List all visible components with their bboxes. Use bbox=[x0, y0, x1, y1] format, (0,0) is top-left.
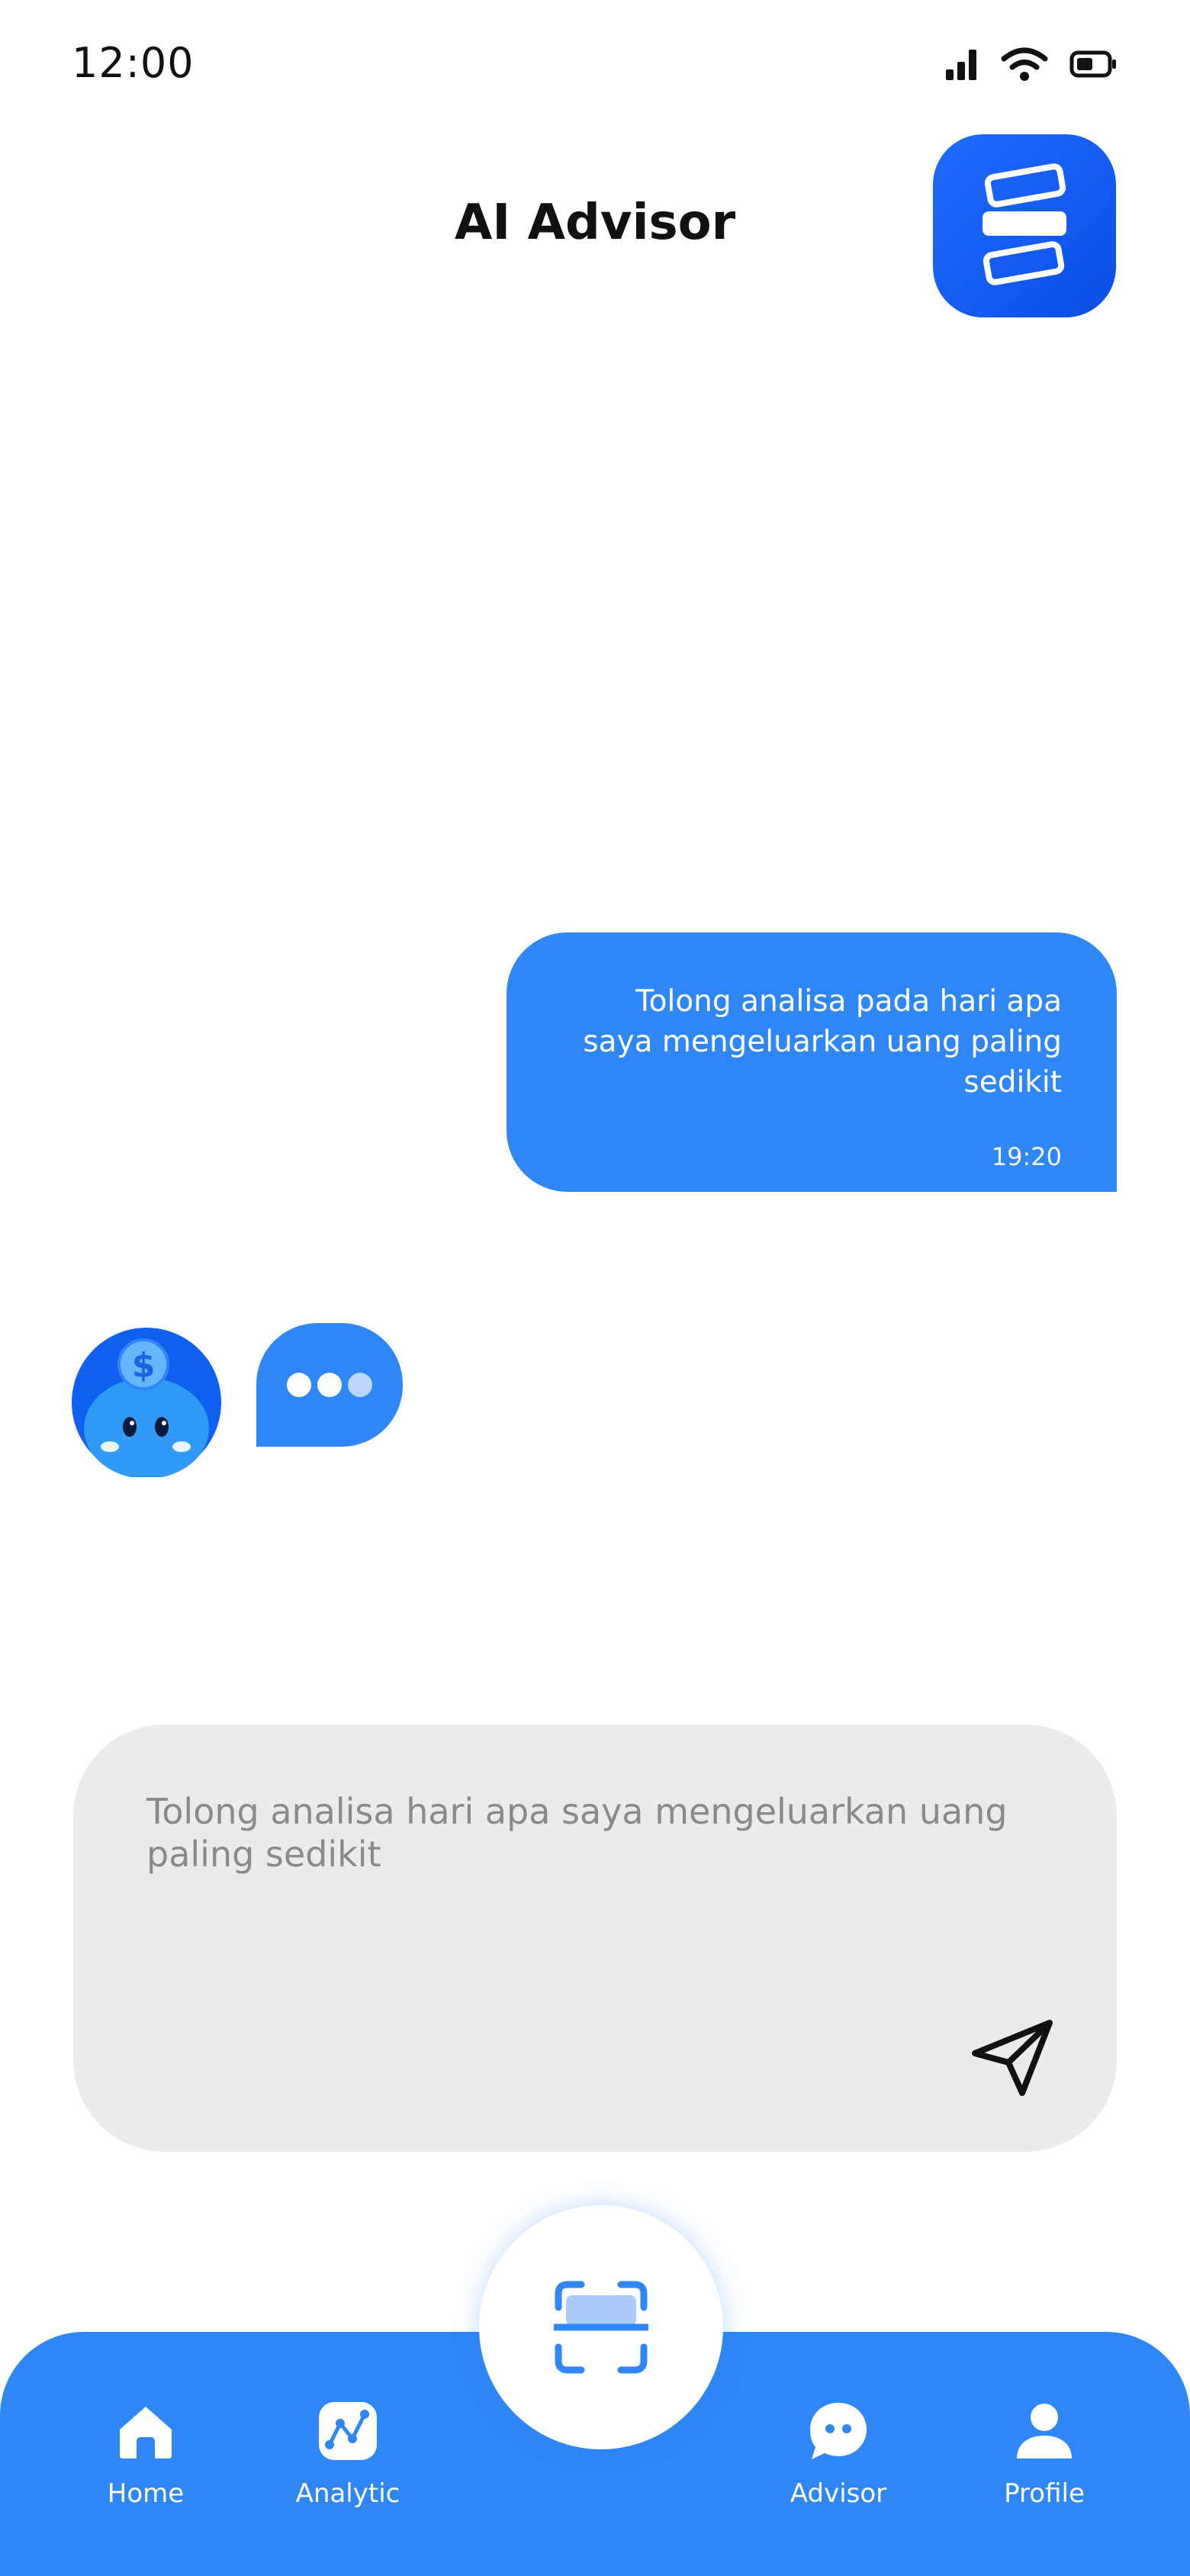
user-message-text: Tolong analisa pada hari apa saya mengel… bbox=[583, 984, 1062, 1100]
nav-item-advisor[interactable]: Advisor bbox=[762, 2397, 915, 2510]
svg-text:$: $ bbox=[132, 1346, 156, 1385]
message-input-text[interactable]: Tolong analisa hari apa saya mengeluarka… bbox=[146, 1790, 1062, 1876]
analytic-icon bbox=[319, 2402, 377, 2460]
user-message-bubble: Tolong analisa pada hari apa saya mengel… bbox=[507, 932, 1117, 1192]
profile-icon bbox=[1017, 2404, 1072, 2458]
typing-dot bbox=[317, 1373, 342, 1397]
scan-button[interactable] bbox=[479, 2205, 723, 2449]
typing-dots-icon bbox=[256, 1323, 403, 1447]
typing-dot bbox=[287, 1373, 311, 1397]
ai-advisor-screen: 12:00 AI Advisor Tolong analisa pada har… bbox=[0, 0, 1190, 2576]
signal-icon bbox=[946, 50, 976, 80]
send-button[interactable] bbox=[967, 2013, 1059, 2104]
menu-icon bbox=[983, 163, 1066, 285]
send-icon bbox=[972, 2020, 1053, 2096]
message-input[interactable]: Tolong analisa hari apa saya mengeluarka… bbox=[73, 1724, 1117, 2152]
menu-button[interactable] bbox=[933, 134, 1116, 317]
status-time: 12:00 bbox=[72, 39, 195, 87]
typing-dot bbox=[348, 1373, 372, 1397]
nav-label-analytic: Analytic bbox=[295, 2478, 400, 2509]
scan-icon bbox=[554, 2281, 648, 2374]
battery-icon bbox=[1069, 50, 1116, 78]
nav-label-profile: Profile bbox=[1004, 2478, 1085, 2509]
status-icons bbox=[944, 43, 1117, 85]
nav-label-advisor: Advisor bbox=[790, 2478, 887, 2509]
wifi-icon bbox=[1001, 47, 1048, 81]
nav-item-profile[interactable]: Profile bbox=[968, 2397, 1121, 2510]
chat-icon bbox=[810, 2403, 867, 2459]
user-message-time: 19:20 bbox=[991, 1142, 1062, 1171]
nav-label-home: Home bbox=[107, 2478, 185, 2509]
nav-item-analytic[interactable]: Analytic bbox=[272, 2397, 424, 2510]
home-icon bbox=[120, 2407, 172, 2458]
piggy-bank-avatar-icon: $ bbox=[72, 1328, 221, 1477]
nav-item-home[interactable]: Home bbox=[69, 2397, 222, 2510]
